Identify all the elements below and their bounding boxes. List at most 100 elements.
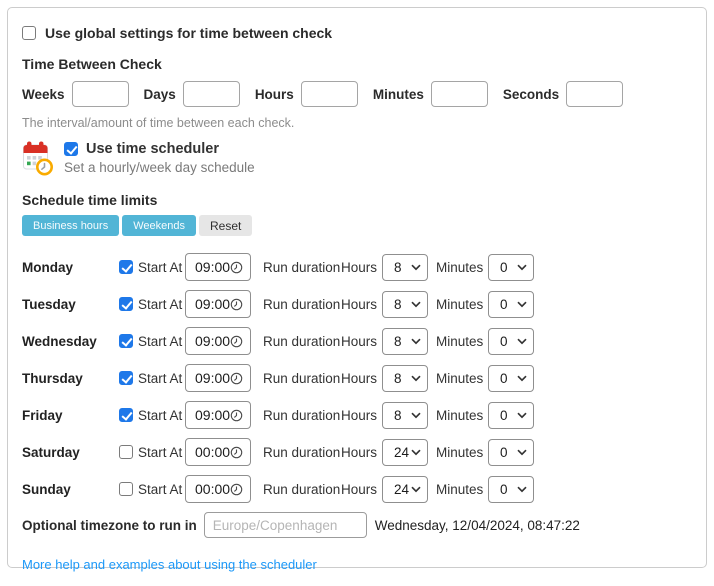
days-label: Days <box>143 86 176 102</box>
weeks-input[interactable] <box>71 81 129 107</box>
start-at-label: Start At <box>138 407 183 423</box>
chevron-down-icon <box>411 412 421 418</box>
start-at-label: Start At <box>138 296 183 312</box>
minutes-label: Minutes <box>436 333 484 349</box>
clock-icon <box>230 298 243 310</box>
minutes-input[interactable] <box>430 81 488 107</box>
hours-label: Hours <box>341 481 378 497</box>
run-duration-label: Run duration <box>263 333 341 349</box>
hours-select[interactable]: 24 <box>382 438 428 466</box>
day-enabled-checkbox[interactable] <box>119 371 133 385</box>
chevron-down-icon <box>517 412 527 418</box>
calendar-clock-icon <box>22 140 54 180</box>
start-at-label: Start At <box>138 370 183 386</box>
start-time-value[interactable] <box>195 370 230 386</box>
hours-input[interactable] <box>300 81 358 107</box>
start-time-value[interactable] <box>195 296 230 312</box>
scheduler-header: Use time scheduler Set a hourly/week day… <box>22 140 692 178</box>
minutes-label: Minutes <box>372 86 424 102</box>
start-time-input[interactable] <box>185 438 251 466</box>
hours-select[interactable]: 8 <box>382 401 428 429</box>
day-enabled-checkbox[interactable] <box>119 334 133 348</box>
chevron-down-icon <box>517 338 527 344</box>
scheduler-help-link[interactable]: More help and examples about using the s… <box>22 557 317 572</box>
minutes-select[interactable]: 0 <box>488 364 534 392</box>
seconds-label: Seconds <box>502 86 560 102</box>
hours-select[interactable]: 24 <box>382 475 428 503</box>
day-label: Tuesday <box>22 296 76 312</box>
start-time-input[interactable] <box>185 290 251 318</box>
reset-button[interactable]: Reset <box>199 215 253 236</box>
start-time-value[interactable] <box>195 444 230 460</box>
schedule-day-row-sunday: Sunday Start At Run duration Hours 24 Mi… <box>22 475 692 503</box>
minutes-label: Minutes <box>436 407 484 423</box>
clock-icon <box>230 335 243 347</box>
run-duration-label: Run duration <box>263 296 341 312</box>
run-duration-label: Run duration <box>263 444 341 460</box>
preset-buttons-row: Business hours Weekends Reset <box>22 215 692 236</box>
timezone-label: Optional timezone to run in <box>22 517 197 533</box>
time-between-check-heading: Time Between Check <box>22 56 162 72</box>
hours-label: Hours <box>341 259 378 275</box>
day-enabled-checkbox[interactable] <box>119 297 133 311</box>
start-at-label: Start At <box>138 481 183 497</box>
run-duration-label: Run duration <box>263 259 341 275</box>
use-time-scheduler-label: Use time scheduler <box>86 141 219 157</box>
start-at-label: Start At <box>138 444 183 460</box>
scheduler-settings-panel: Use global settings for time between che… <box>7 7 707 572</box>
chevron-down-icon <box>517 449 527 455</box>
start-time-input[interactable] <box>185 401 251 429</box>
schedule-day-row-wednesday: Wednesday Start At Run duration Hours 8 … <box>22 327 692 355</box>
schedule-day-row-tuesday: Tuesday Start At Run duration Hours 8 Mi… <box>22 290 692 318</box>
start-time-value[interactable] <box>195 407 230 423</box>
timezone-current-datetime: Wednesday, 12/04/2024, 08:47:22 <box>374 517 580 533</box>
hours-select[interactable]: 8 <box>382 253 428 281</box>
hours-select[interactable]: 8 <box>382 290 428 318</box>
hours-label: Hours <box>341 407 378 423</box>
day-label: Monday <box>22 259 74 275</box>
business-hours-button[interactable]: Business hours <box>22 215 120 236</box>
schedule-day-row-thursday: Thursday Start At Run duration Hours 8 M… <box>22 364 692 392</box>
chevron-down-icon <box>411 486 421 492</box>
clock-icon <box>230 409 243 421</box>
start-time-input[interactable] <box>185 253 251 281</box>
day-enabled-checkbox[interactable] <box>119 260 133 274</box>
start-time-input[interactable] <box>185 327 251 355</box>
minutes-select[interactable]: 0 <box>488 290 534 318</box>
day-enabled-checkbox[interactable] <box>119 408 133 422</box>
start-at-label: Start At <box>138 333 183 349</box>
clock-icon <box>230 372 243 384</box>
scheduler-subtitle: Set a hourly/week day schedule <box>64 160 255 175</box>
minutes-select[interactable]: 0 <box>488 327 534 355</box>
timezone-input[interactable] <box>203 512 367 538</box>
minutes-label: Minutes <box>436 296 484 312</box>
start-time-value[interactable] <box>195 481 230 497</box>
use-global-settings-checkbox[interactable] <box>22 26 36 40</box>
schedule-days: Monday Start At Run duration Hours 8 Min… <box>22 253 692 503</box>
minutes-select[interactable]: 0 <box>488 253 534 281</box>
minutes-select[interactable]: 0 <box>488 401 534 429</box>
hours-label: Hours <box>341 333 378 349</box>
start-time-input[interactable] <box>185 364 251 392</box>
minutes-label: Minutes <box>436 370 484 386</box>
day-enabled-checkbox[interactable] <box>119 445 133 459</box>
chevron-down-icon <box>411 301 421 307</box>
seconds-input[interactable] <box>566 81 624 107</box>
days-input[interactable] <box>182 81 240 107</box>
minutes-select[interactable]: 0 <box>488 438 534 466</box>
day-enabled-checkbox[interactable] <box>119 482 133 496</box>
start-at-label: Start At <box>138 259 183 275</box>
start-time-value[interactable] <box>195 259 230 275</box>
hours-label: Hours <box>341 444 378 460</box>
minutes-label: Minutes <box>436 481 484 497</box>
clock-icon <box>230 261 243 273</box>
weekends-button[interactable]: Weekends <box>122 215 196 236</box>
hours-label: Hours <box>341 370 378 386</box>
chevron-down-icon <box>517 264 527 270</box>
minutes-select[interactable]: 0 <box>488 475 534 503</box>
hours-select[interactable]: 8 <box>382 327 428 355</box>
hours-select[interactable]: 8 <box>382 364 428 392</box>
use-time-scheduler-checkbox[interactable] <box>64 142 78 156</box>
start-time-input[interactable] <box>185 475 251 503</box>
start-time-value[interactable] <box>195 333 230 349</box>
